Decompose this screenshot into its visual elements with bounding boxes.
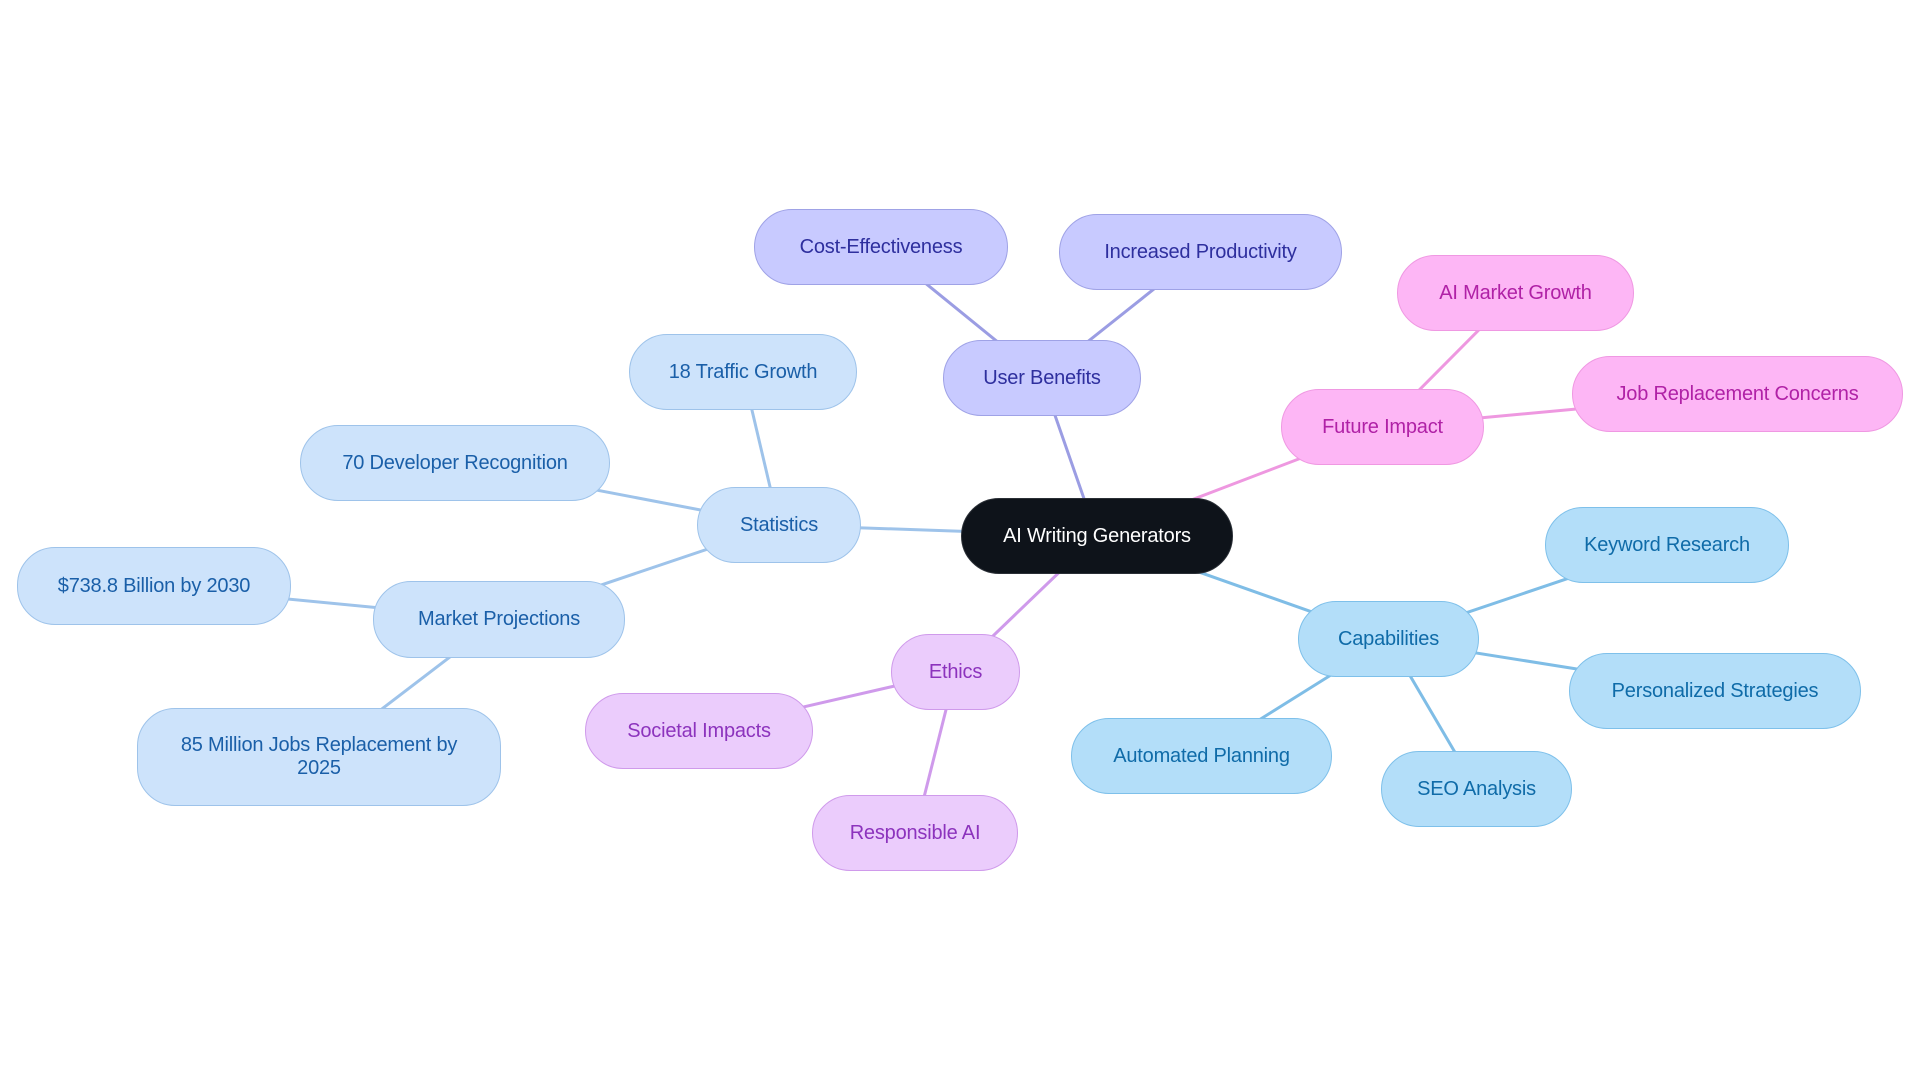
node-personalized-strategies[interactable]: Personalized Strategies <box>1569 653 1861 729</box>
node-label: 18 Traffic Growth <box>668 360 818 383</box>
node-label: Ethics <box>928 660 983 683</box>
node-traffic-growth[interactable]: 18 Traffic Growth <box>629 334 857 410</box>
node-label: Personalized Strategies <box>1611 679 1819 702</box>
node-increased-productivity[interactable]: Increased Productivity <box>1059 214 1342 290</box>
node-label: User Benefits <box>983 366 1101 389</box>
node-label: Societal Impacts <box>627 719 771 742</box>
node-label: Automated Planning <box>1113 744 1290 767</box>
node-label: Increased Productivity <box>1104 240 1297 263</box>
node-billion-by-2030[interactable]: $738.8 Billion by 2030 <box>17 547 291 625</box>
node-job-replacement-concerns[interactable]: Job Replacement Concerns <box>1572 356 1903 432</box>
node-responsible-ai[interactable]: Responsible AI <box>812 795 1018 871</box>
node-seo-analysis[interactable]: SEO Analysis <box>1381 751 1572 827</box>
node-label: Job Replacement Concerns <box>1616 382 1859 405</box>
node-developer-recognition[interactable]: 70 Developer Recognition <box>300 425 610 501</box>
node-label: Capabilities <box>1338 627 1439 650</box>
node-label: AI Writing Generators <box>1003 524 1191 547</box>
node-label: Market Projections <box>417 608 580 630</box>
node-label: AI Market Growth <box>1439 281 1592 304</box>
node-societal-impacts[interactable]: Societal Impacts <box>585 693 813 769</box>
node-user-benefits[interactable]: User Benefits <box>943 340 1141 416</box>
node-85-million-jobs-replacement[interactable]: 85 Million Jobs Replacement by 2025 <box>137 708 501 806</box>
mindmap-canvas: AI Writing Generators User Benefits Cost… <box>0 0 1920 1083</box>
node-market-projections[interactable]: Market Projections <box>373 581 625 658</box>
node-statistics[interactable]: Statistics <box>697 487 861 563</box>
node-label: Keyword Research <box>1584 533 1750 556</box>
node-ethics[interactable]: Ethics <box>891 634 1020 710</box>
node-future-impact[interactable]: Future Impact <box>1281 389 1484 465</box>
node-label: 85 Million Jobs Replacement by 2025 <box>180 734 458 779</box>
node-label: $738.8 Billion by 2030 <box>57 574 251 597</box>
node-label: SEO Analysis <box>1417 777 1536 800</box>
node-keyword-research[interactable]: Keyword Research <box>1545 507 1789 583</box>
root-node-ai-writing-generators[interactable]: AI Writing Generators <box>961 498 1233 574</box>
node-ai-market-growth[interactable]: AI Market Growth <box>1397 255 1634 331</box>
node-capabilities[interactable]: Capabilities <box>1298 601 1479 677</box>
node-label: 70 Developer Recognition <box>342 451 568 474</box>
node-label: Cost-Effectiveness <box>799 235 963 258</box>
node-cost-effectiveness[interactable]: Cost-Effectiveness <box>754 209 1008 285</box>
node-label: Future Impact <box>1322 415 1443 438</box>
node-label: Responsible AI <box>849 821 981 844</box>
node-label: Statistics <box>739 513 819 536</box>
node-automated-planning[interactable]: Automated Planning <box>1071 718 1332 794</box>
